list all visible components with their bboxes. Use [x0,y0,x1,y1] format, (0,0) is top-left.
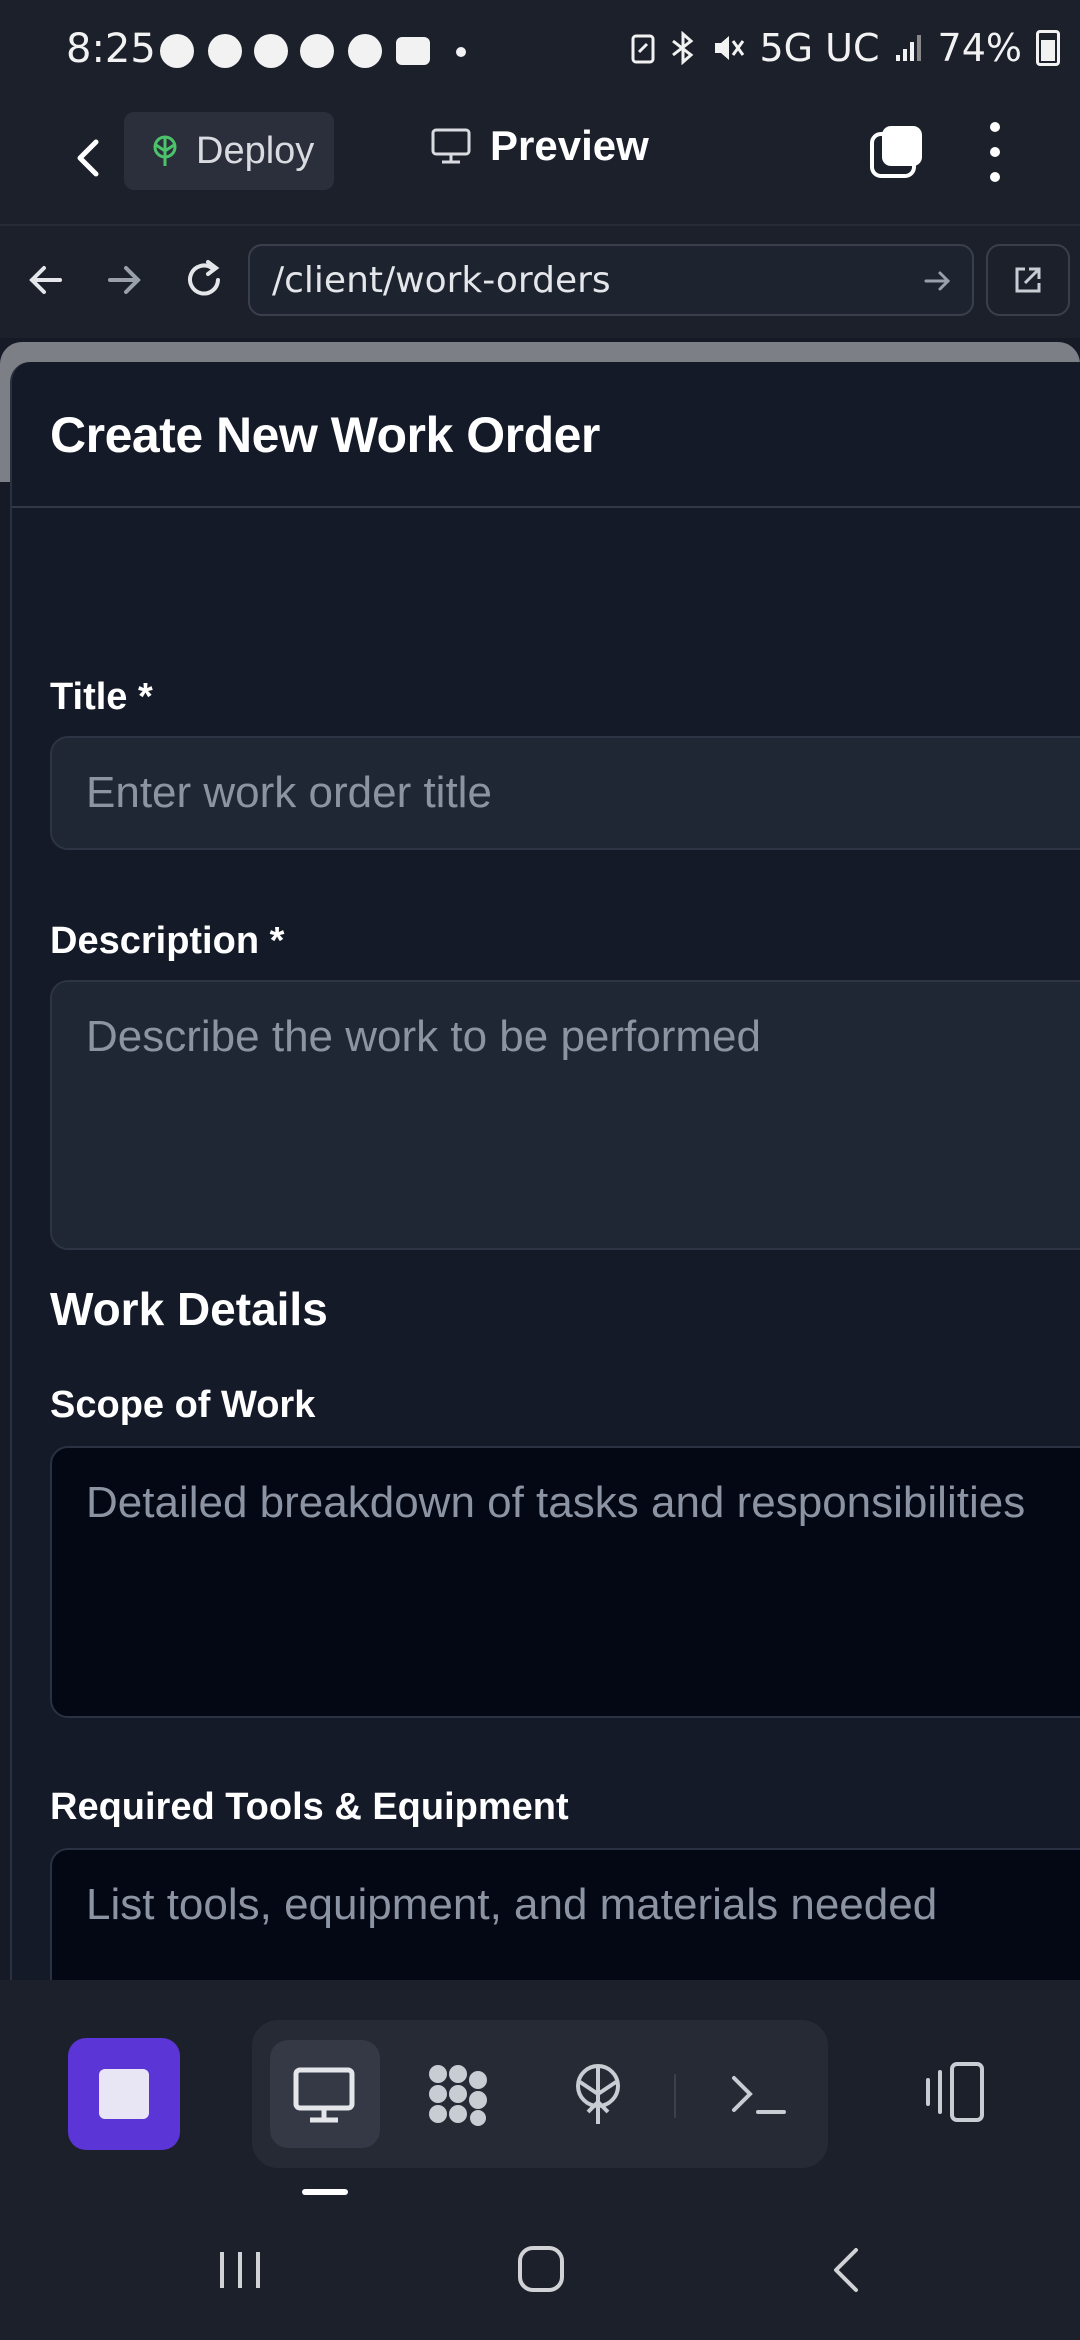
work-details-heading: Work Details [50,1283,328,1335]
status-right: 5G UC 74% [631,26,1060,70]
home-icon[interactable] [514,2242,570,2298]
reload-icon[interactable] [178,254,230,306]
stop-button[interactable] [68,2038,180,2150]
status-time: 8:25 [66,26,156,72]
terminal-icon[interactable] [722,2058,794,2130]
title-placeholder: Enter work order title [86,768,492,817]
deploy-label: Deploy [196,129,315,172]
create-work-order-modal: Create New Work Order Title * Enter work… [10,362,1080,1980]
browser-url-bar: /client/work-orders [0,226,1080,338]
scope-label: Scope of Work [50,1384,316,1426]
scope-textarea[interactable]: Detailed breakdown of tasks and responsi… [50,1446,1080,1718]
monitor-icon[interactable] [288,2058,360,2130]
deploy-button[interactable]: Deploy [124,112,334,190]
nav-back-icon[interactable] [20,254,72,306]
messenger-icon [208,34,242,68]
battery-saver-icon [631,34,655,64]
tabs-icon[interactable] [868,124,924,180]
network-type: 5G UC [759,26,880,70]
deploy-icon[interactable] [562,2058,634,2130]
title-label: Title * [50,676,153,718]
workspace-icon[interactable] [422,2058,494,2130]
battery-icon [1036,30,1060,66]
app-toolbar: Deploy Preview [0,100,1080,226]
chat-icon [160,34,194,68]
tool-switcher [252,2020,828,2168]
external-link-icon [1015,267,1041,293]
wallet-icon [396,37,430,65]
deploy-icon [153,135,177,166]
battery-percent: 74% [937,26,1022,70]
preview-tab[interactable]: Preview [430,122,649,170]
system-navigation-bar [0,2200,1080,2340]
tools-textarea[interactable]: List tools, equipment, and materials nee… [50,1848,1080,1980]
stop-icon [99,2069,149,2119]
back-chevron-icon[interactable] [58,128,118,188]
title-input[interactable]: Enter work order title [50,736,1080,850]
scope-placeholder: Detailed breakdown of tasks and responsi… [86,1478,1026,1527]
recents-icon[interactable] [214,2244,266,2296]
split-view-icon[interactable] [920,2058,990,2128]
bottom-dock [0,1980,1080,2200]
go-arrow-icon[interactable] [920,264,954,298]
messenger-icon [254,34,288,68]
url-field[interactable]: /client/work-orders [248,244,974,316]
messenger-icon [348,34,382,68]
preview-label: Preview [490,122,649,169]
bluetooth-icon [672,31,694,65]
description-label: Description * [50,920,285,962]
active-tab-indicator [302,2189,348,2195]
more-menu-icon[interactable] [980,122,1010,182]
monitor-icon [431,128,471,164]
messenger-icon [300,34,334,68]
modal-header: Create New Work Order [12,362,1080,508]
mute-icon [715,36,745,60]
nav-forward-icon[interactable] [98,254,150,306]
modal-title: Create New Work Order [50,407,600,463]
description-placeholder: Describe the work to be performed [86,1012,761,1061]
url-text: /client/work-orders [272,260,611,301]
tool-divider [674,2074,676,2118]
system-back-icon[interactable] [822,2244,874,2296]
signal-icon [895,35,921,61]
description-textarea[interactable]: Describe the work to be performed [50,980,1080,1250]
tools-label: Required Tools & Equipment [50,1786,569,1828]
tools-placeholder: List tools, equipment, and materials nee… [86,1880,938,1929]
status-bar: 8:25 5G UC 74% [0,0,1080,100]
preview-viewport: Create New Work Order Title * Enter work… [0,338,1080,1980]
more-notifications-icon [456,47,466,57]
open-external-button[interactable] [986,244,1070,316]
